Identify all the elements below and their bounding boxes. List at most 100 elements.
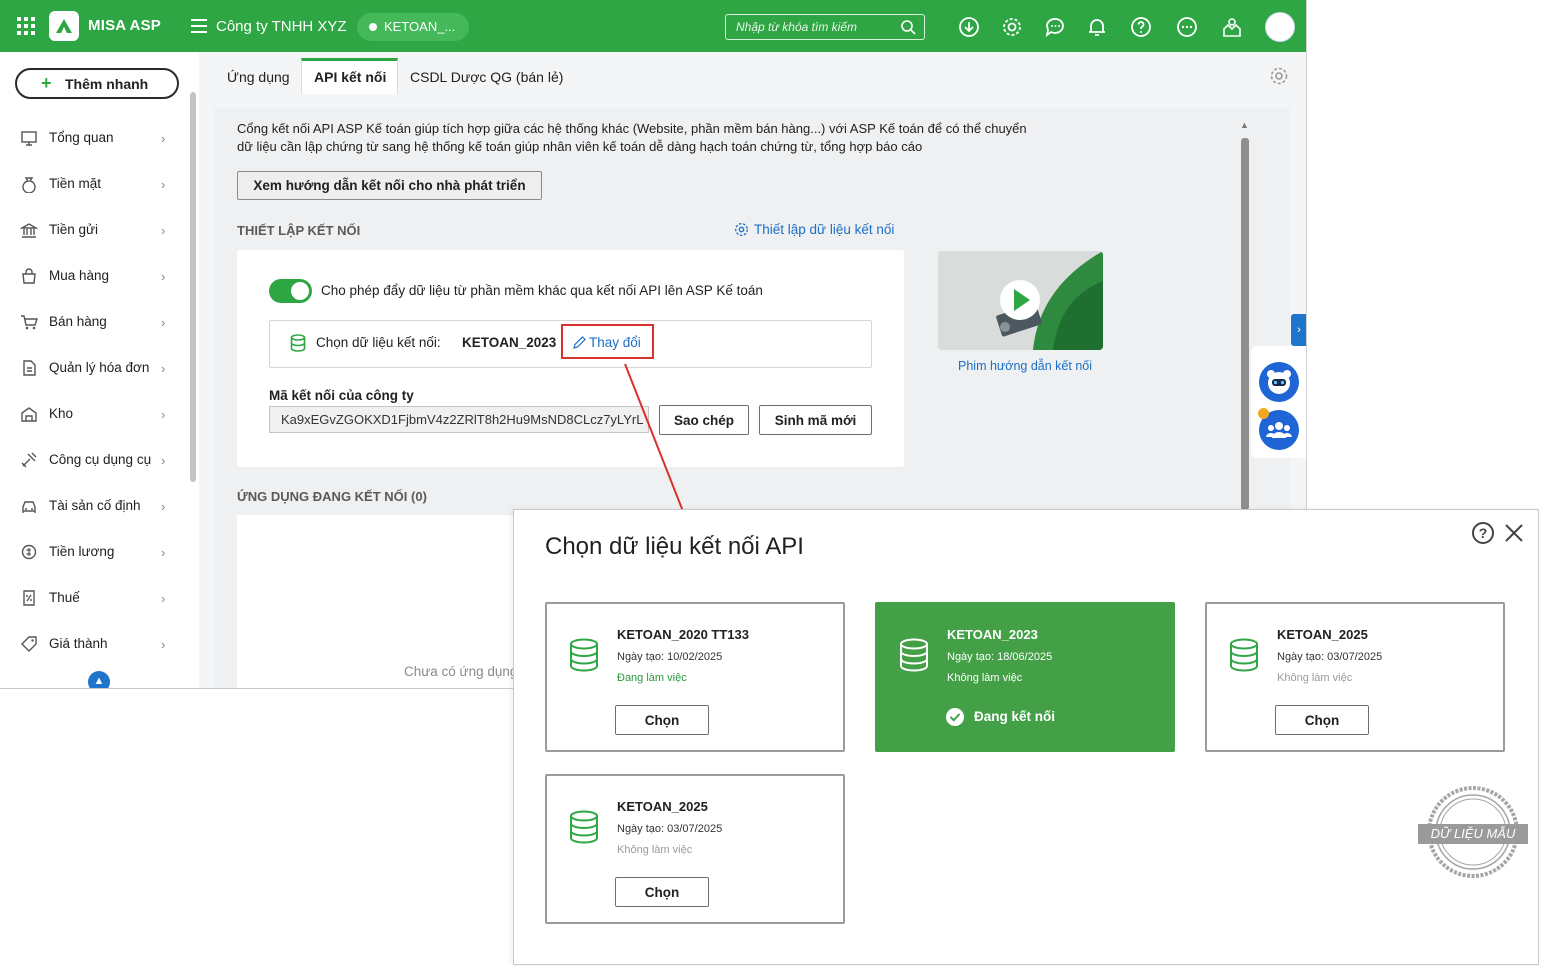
company-name[interactable]: Công ty TNHH XYZ — [216, 18, 347, 35]
connected-apps-panel — [237, 515, 537, 688]
tab-apps[interactable]: Ứng dụng — [214, 58, 302, 94]
database-card[interactable]: KETOAN_2025 Ngày tạo: 03/07/2025 Không làm… — [1205, 602, 1505, 752]
database-name: KETOAN_... — [384, 19, 456, 34]
warehouse-icon — [21, 407, 37, 422]
sidebar-scrollbar[interactable] — [190, 92, 196, 482]
working-status: Không làm việc — [617, 844, 693, 856]
chevron-right-icon: › — [161, 131, 166, 146]
developer-guide-button[interactable]: Xem hướng dẫn kết nối cho nhà phát triển — [237, 171, 542, 200]
chevron-right-icon: › — [161, 315, 166, 330]
cart-icon — [21, 315, 38, 330]
chevron-right-icon: › — [161, 223, 166, 238]
connection-code-field[interactable] — [269, 406, 649, 433]
working-status: Không làm việc — [1277, 672, 1353, 684]
sidebar-item[interactable]: Quản lý hóa đơn › — [0, 345, 190, 391]
generate-code-button[interactable]: Sinh mã mới — [759, 405, 872, 435]
sidebar-item[interactable]: Tiền mặt › — [0, 161, 190, 207]
video-caption[interactable]: Phim hướng dẫn kết nối — [958, 359, 1092, 373]
sidebar-item[interactable]: Thuế › — [0, 575, 190, 621]
database-icon — [290, 334, 306, 352]
notification-dot — [1258, 408, 1269, 419]
working-status: Đang làm việc — [617, 672, 687, 684]
tab-apps-label: Ứng dụng — [227, 69, 290, 85]
database-card[interactable]: KETOAN_2025 Ngày tạo: 03/07/2025 Không làm… — [545, 774, 845, 924]
sidebar-item[interactable]: Tài sản cố định › — [0, 483, 190, 529]
download-icon[interactable] — [958, 16, 980, 38]
sidebar-item-label: Tiền mặt — [49, 176, 102, 191]
sidebar-item[interactable]: Bán hàng › — [0, 299, 190, 345]
plus-icon: + — [41, 73, 52, 93]
working-status: Không làm việc — [947, 672, 1023, 684]
sidebar-item-label: Tài sản cố định — [49, 498, 141, 513]
search-input[interactable] — [726, 15, 896, 39]
chat-icon[interactable] — [1044, 16, 1066, 38]
choose-button[interactable]: Chọn — [1275, 705, 1369, 735]
database-name: KETOAN_2023 — [947, 627, 1038, 642]
copy-button[interactable]: Sao chép — [659, 405, 749, 435]
settings-gear-icon[interactable] — [1269, 66, 1289, 86]
dialog-title: Chọn dữ liệu kết nối API — [545, 533, 804, 560]
search-box[interactable] — [725, 14, 925, 40]
more-icon[interactable] — [1176, 16, 1198, 38]
help-icon[interactable] — [1130, 16, 1152, 38]
setup-data-label: Thiết lập dữ liệu kết nối — [754, 222, 895, 237]
sidebar-item-label: Tổng quan — [49, 130, 114, 145]
tax-icon — [23, 590, 35, 606]
search-icon[interactable] — [900, 19, 916, 35]
tab-drug-db[interactable]: CSDL Dược QG (bán lẻ) — [398, 58, 568, 94]
api-description: Cổng kết nối API ASP Kế toán giúp tích h… — [237, 121, 1027, 154]
database-name: KETOAN_2020 TT133 — [617, 627, 749, 642]
sidebar-item-label: Kho — [49, 406, 74, 421]
bell-icon[interactable] — [1086, 16, 1108, 38]
avatar[interactable] — [1265, 12, 1295, 42]
apps-grid-icon[interactable] — [17, 17, 35, 35]
chevron-right-icon: › — [161, 407, 166, 422]
sidebar-item[interactable]: Mua hàng › — [0, 253, 190, 299]
database-selector[interactable]: KETOAN_... — [357, 13, 469, 41]
data-source-value: KETOAN_2023 — [462, 335, 557, 350]
change-data-link[interactable]: Thay đổi — [572, 335, 641, 353]
chevron-right-icon: › — [161, 499, 166, 514]
quick-add-button[interactable]: + Thêm nhanh — [15, 68, 179, 99]
close-icon[interactable] — [1503, 522, 1525, 544]
settings-gear-icon — [735, 223, 748, 236]
stamp-text: DỮ LIỆU MẪU — [1418, 824, 1528, 844]
gear-icon[interactable] — [1001, 16, 1023, 38]
brand-name: MISA ASP — [88, 17, 161, 34]
choose-button[interactable]: Chọn — [615, 705, 709, 735]
sidebar-item[interactable]: Giá thành › — [0, 621, 190, 667]
expand-panel-icon[interactable]: › — [1291, 314, 1306, 346]
sidebar-item[interactable]: Tổng quan › — [0, 115, 190, 161]
tab-api-connect[interactable]: API kết nối — [301, 58, 398, 94]
sidebar: + Thêm nhanh Tổng quan › Tiền mặt › Tiền gửi… — [0, 52, 199, 688]
tools-icon — [21, 452, 37, 468]
guide-video-thumbnail[interactable] — [938, 251, 1103, 350]
api-push-label: Cho phép đẩy dữ liệu từ phần mềm khác qu… — [321, 283, 763, 298]
tab-drug-label: CSDL Dược QG (bán lẻ) — [410, 69, 564, 85]
help-icon[interactable]: ? — [1472, 522, 1494, 544]
database-card[interactable]: KETOAN_2023 Ngày tạo: 18/06/2025 Không làm… — [875, 602, 1175, 752]
active-dot-icon — [369, 23, 377, 31]
sidebar-item-label: Giá thành — [49, 636, 108, 651]
sidebar-item[interactable]: Tiền lương › — [0, 529, 190, 575]
chevron-right-icon: › — [161, 453, 166, 468]
sidebar-item-label: Mua hàng — [49, 268, 110, 283]
database-name: KETOAN_2025 — [1277, 627, 1368, 642]
database-icon — [900, 638, 928, 672]
ideas-icon[interactable] — [1221, 16, 1243, 38]
sidebar-item[interactable]: Tiền gửi › — [0, 207, 190, 253]
pencil-icon — [573, 336, 586, 349]
bot-assistant-icon[interactable] — [1259, 362, 1299, 402]
money-bag-icon — [22, 177, 36, 193]
content-scrollbar[interactable]: ▲ — [1240, 120, 1249, 510]
chevron-right-icon: › — [161, 637, 166, 652]
menu-icon[interactable] — [191, 19, 207, 33]
choose-button[interactable]: Chọn — [615, 877, 709, 907]
scroll-up-icon[interactable]: ▲ — [88, 671, 110, 688]
sidebar-item[interactable]: Kho › — [0, 391, 190, 437]
database-card[interactable]: KETOAN_2020 TT133 Ngày tạo: 10/02/2025 Đan… — [545, 602, 845, 752]
connected-apps-title: ỨNG DỤNG ĐANG KẾT NỐI (0) — [237, 489, 427, 504]
api-push-toggle[interactable] — [269, 279, 312, 303]
scroll-up-arrow-icon[interactable]: ▲ — [1240, 120, 1249, 130]
sidebar-item[interactable]: Công cụ dụng cụ › — [0, 437, 190, 483]
